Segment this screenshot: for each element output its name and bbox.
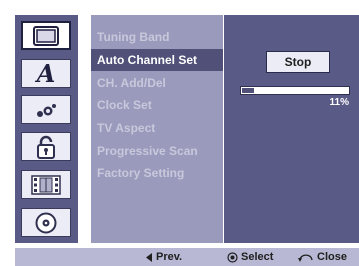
tv-icon [33, 25, 59, 46]
category-tv-button[interactable] [21, 21, 71, 50]
recording-icon [31, 174, 61, 195]
enter-button-icon [227, 251, 238, 263]
menu-item-clock-set[interactable]: Clock Set [97, 98, 152, 112]
menu-item-ch-add-del[interactable]: CH. Add/Del [97, 76, 166, 90]
category-lock-button[interactable] [21, 132, 71, 161]
lock-icon [36, 135, 56, 159]
prev-hint-label: Prev. [156, 251, 183, 263]
category-icon-column: A [15, 15, 78, 243]
menu-item-auto-channel-set[interactable]: Auto Channel Set [91, 49, 223, 71]
stop-button[interactable]: Stop [266, 51, 330, 73]
close-hint-label: Close [317, 251, 347, 263]
disc-icon [35, 212, 57, 234]
scan-progress-label: 11% [329, 97, 349, 108]
select-hint-label: Select [241, 251, 274, 263]
close-hint: Close [298, 251, 347, 263]
left-arrow-icon [146, 252, 153, 262]
menu-item-tv-aspect[interactable]: TV Aspect [97, 121, 155, 135]
menu-item-progressive-scan[interactable]: Progressive Scan [97, 144, 198, 158]
prev-hint: Prev. [146, 251, 182, 263]
category-recording-button[interactable] [21, 170, 71, 199]
category-audio-button[interactable] [21, 95, 71, 124]
setup-menu: Tuning Band Auto Channel Set CH. Add/Del… [91, 15, 223, 243]
menu-item-tuning-band[interactable]: Tuning Band [97, 30, 169, 44]
auto-channel-panel: Stop 11% [224, 15, 359, 243]
return-icon [298, 252, 314, 263]
audio-icon [34, 100, 58, 120]
scan-progress-bar [240, 86, 350, 95]
scan-progress-fill [242, 88, 254, 93]
category-language-button[interactable]: A [21, 59, 71, 88]
select-hint: Select [227, 251, 273, 263]
category-disc-button[interactable] [21, 208, 71, 237]
language-icon: A [36, 59, 56, 88]
footer-hint-bar: Prev. Select Close [15, 248, 359, 266]
dvd-setup-screen: A Tuning Band Auto Channel Set CH. Add/D… [0, 0, 359, 266]
menu-item-factory-setting[interactable]: Factory Setting [97, 166, 184, 180]
